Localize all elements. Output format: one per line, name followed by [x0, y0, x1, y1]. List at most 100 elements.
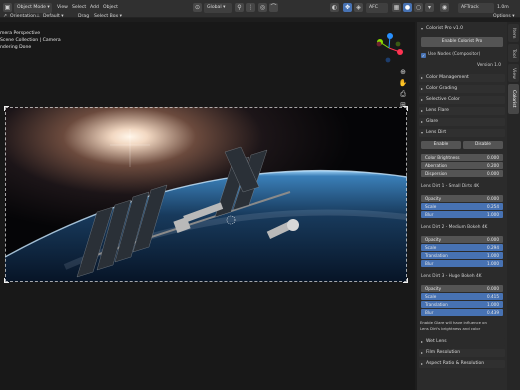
dirt3-opacity-field[interactable]: Opacity 0.000	[421, 285, 503, 292]
section-film-resolution[interactable]: Film Resolution	[419, 349, 505, 357]
orientation-default-icon[interactable]: ⊥	[36, 13, 40, 21]
field-value: 0.000	[487, 286, 499, 291]
tab-colorist[interactable]: Colorist	[508, 84, 519, 114]
pan-hand-icon[interactable]: ✋	[398, 78, 408, 88]
shading-dropdown-icon[interactable]: ▾	[425, 3, 434, 12]
transform-pivot-icon[interactable]: ⊙	[193, 3, 202, 12]
view-perspective-label: mera Perspective	[0, 31, 41, 36]
sidebar-tabs: Item Tool View Colorist	[507, 22, 520, 390]
field-label: Scale	[425, 294, 437, 299]
overlay-toggle-icon[interactable]: ◈	[354, 3, 363, 12]
section-wet-lens[interactable]: Wet Lens	[419, 338, 505, 346]
field-value: 0.254	[487, 204, 499, 209]
camera-tracking-icon[interactable]: ◉	[440, 3, 449, 12]
snap-icon[interactable]: ⚲	[235, 3, 244, 12]
dirt2-blur-field[interactable]: Blur 1.000	[421, 260, 503, 267]
field-value: 1.000	[487, 302, 499, 307]
menu-add[interactable]: Add	[90, 3, 99, 13]
editor-type-icon[interactable]: ▣	[3, 3, 12, 12]
default-label: Default	[43, 14, 60, 19]
3d-viewport[interactable]: mera Perspective Scene Collection | Came…	[0, 22, 415, 390]
orientation-icon[interactable]: ↗	[3, 13, 7, 21]
options-label: Options	[493, 14, 511, 19]
navigation-gizmo[interactable]	[373, 32, 405, 64]
camera-corner-bl	[4, 278, 9, 283]
section-selective-color[interactable]: Selective Color	[419, 96, 505, 104]
tab-view[interactable]: View	[508, 64, 519, 82]
select-box-dropdown[interactable]: Select Box ▾	[94, 13, 122, 21]
dispersion-field[interactable]: Dispersion 0.000	[421, 170, 503, 177]
field-value: 1.000	[487, 212, 499, 217]
zoom-icon[interactable]: ⊕	[398, 67, 408, 77]
tab-tool[interactable]: Tool	[508, 44, 519, 62]
shading-solid-icon[interactable]: ○	[414, 3, 423, 12]
menu-select[interactable]: Select	[72, 3, 86, 13]
section-lens-dirt[interactable]: Lens Dirt	[419, 129, 505, 137]
proportional-edit-icon[interactable]: ◎	[258, 3, 267, 12]
menu-object[interactable]: Object	[103, 3, 118, 13]
shading-rendered-icon[interactable]: ●	[403, 3, 412, 12]
tab-item[interactable]: Item	[508, 24, 519, 42]
field-value: 1.000	[487, 261, 499, 266]
falloff-icon[interactable]: ⌒	[269, 3, 278, 12]
section-color-management[interactable]: Color Management	[419, 74, 505, 82]
section-glare[interactable]: Glare	[419, 118, 505, 126]
dirt3-blur-field[interactable]: Blur 0.439	[421, 309, 503, 316]
gizmo-toggle-icon[interactable]: ✥	[343, 3, 352, 12]
dirt3-scale-field[interactable]: Scale 0.415	[421, 293, 503, 300]
version-text: Version 1.0	[477, 63, 501, 68]
field-label: Translation	[425, 302, 448, 307]
aberration-field[interactable]: Aberration 0.200	[421, 162, 503, 169]
field-label: Blur	[425, 261, 434, 266]
field-value: 0.000	[487, 171, 499, 176]
field-label: Opacity	[425, 286, 442, 291]
dirt1-scale-field[interactable]: Scale 0.254	[421, 203, 503, 210]
dirt2-opacity-field[interactable]: Opacity 0.000	[421, 236, 503, 243]
color-brightness-field[interactable]: Color Brightness 0.000	[421, 154, 503, 161]
render-engine-button[interactable]: AFC	[366, 3, 388, 13]
orientation-label[interactable]: Orientation	[10, 13, 36, 21]
field-value: 0.000	[487, 155, 499, 160]
field-value: 0.294	[487, 245, 499, 250]
field-value: 0.439	[487, 310, 499, 315]
dirt2-scale-field[interactable]: Scale 0.294	[421, 244, 503, 251]
tracking-label: AFTrack	[461, 5, 479, 10]
camera-view-icon[interactable]: ⎙	[398, 89, 408, 99]
field-value: 0.200	[487, 163, 499, 168]
mode-dropdown[interactable]: Object Mode ▾	[14, 3, 52, 13]
default-dropdown[interactable]: Default ▾	[43, 13, 64, 21]
dirt1-opacity-field[interactable]: Opacity 0.000	[421, 195, 503, 202]
field-value: 0.000	[487, 196, 499, 201]
camera-corner-br	[403, 278, 408, 283]
xray-icon[interactable]: ▦	[392, 3, 401, 12]
camera-corner-tl	[4, 106, 9, 111]
visibility-icon[interactable]: ◐	[330, 3, 339, 12]
use-nodes-checkbox[interactable]: ✓	[421, 53, 426, 58]
section-colorist-pro[interactable]: Colorist Pro v1.0	[419, 25, 505, 33]
field-value: 1.000	[487, 253, 499, 258]
dirt3-translation-field[interactable]: Translation 1.000	[421, 301, 503, 308]
section-color-grading[interactable]: Color Grading	[419, 85, 505, 93]
lens-dirt-enable-button[interactable]: Enable	[421, 141, 461, 149]
use-nodes-label: Use Nodes (Compositor)	[428, 52, 481, 57]
lens-dirt-disable-button[interactable]: Disable	[463, 141, 503, 149]
orientation-dropdown[interactable]: Global ▾	[204, 3, 232, 13]
dirt2-translation-field[interactable]: Translation 1.000	[421, 252, 503, 259]
section-aspect-ratio[interactable]: Aspect Ratio & Resolution	[419, 360, 505, 368]
tracking-button[interactable]: AFTrack	[458, 3, 494, 13]
enable-colorist-button[interactable]: Enable Colorist Pro	[421, 37, 503, 47]
dirt1-blur-field[interactable]: Blur 1.000	[421, 211, 503, 218]
field-label: Blur	[425, 212, 434, 217]
select-box-label: Select Box	[94, 14, 119, 19]
lens-dirt-3-title: Lens Dirt 3 - Huge Bokeh 4K	[421, 274, 482, 279]
render-engine-label: AFC	[369, 5, 378, 10]
section-lens-flare[interactable]: Lens Flare	[419, 107, 505, 115]
field-value: 0.415	[487, 294, 499, 299]
orientation-global-label: Global	[207, 5, 222, 10]
menu-view[interactable]: View	[57, 3, 68, 13]
zoom-value: 1.0m	[497, 5, 509, 10]
render-status-label: ndering Done	[0, 45, 32, 50]
snap-settings-icon[interactable]: ⋮	[246, 3, 255, 12]
options-dropdown[interactable]: Options ▾	[493, 13, 515, 21]
lens-dirt-1-title: Lens Dirt 1 - Small Dirts 4K	[421, 184, 480, 189]
